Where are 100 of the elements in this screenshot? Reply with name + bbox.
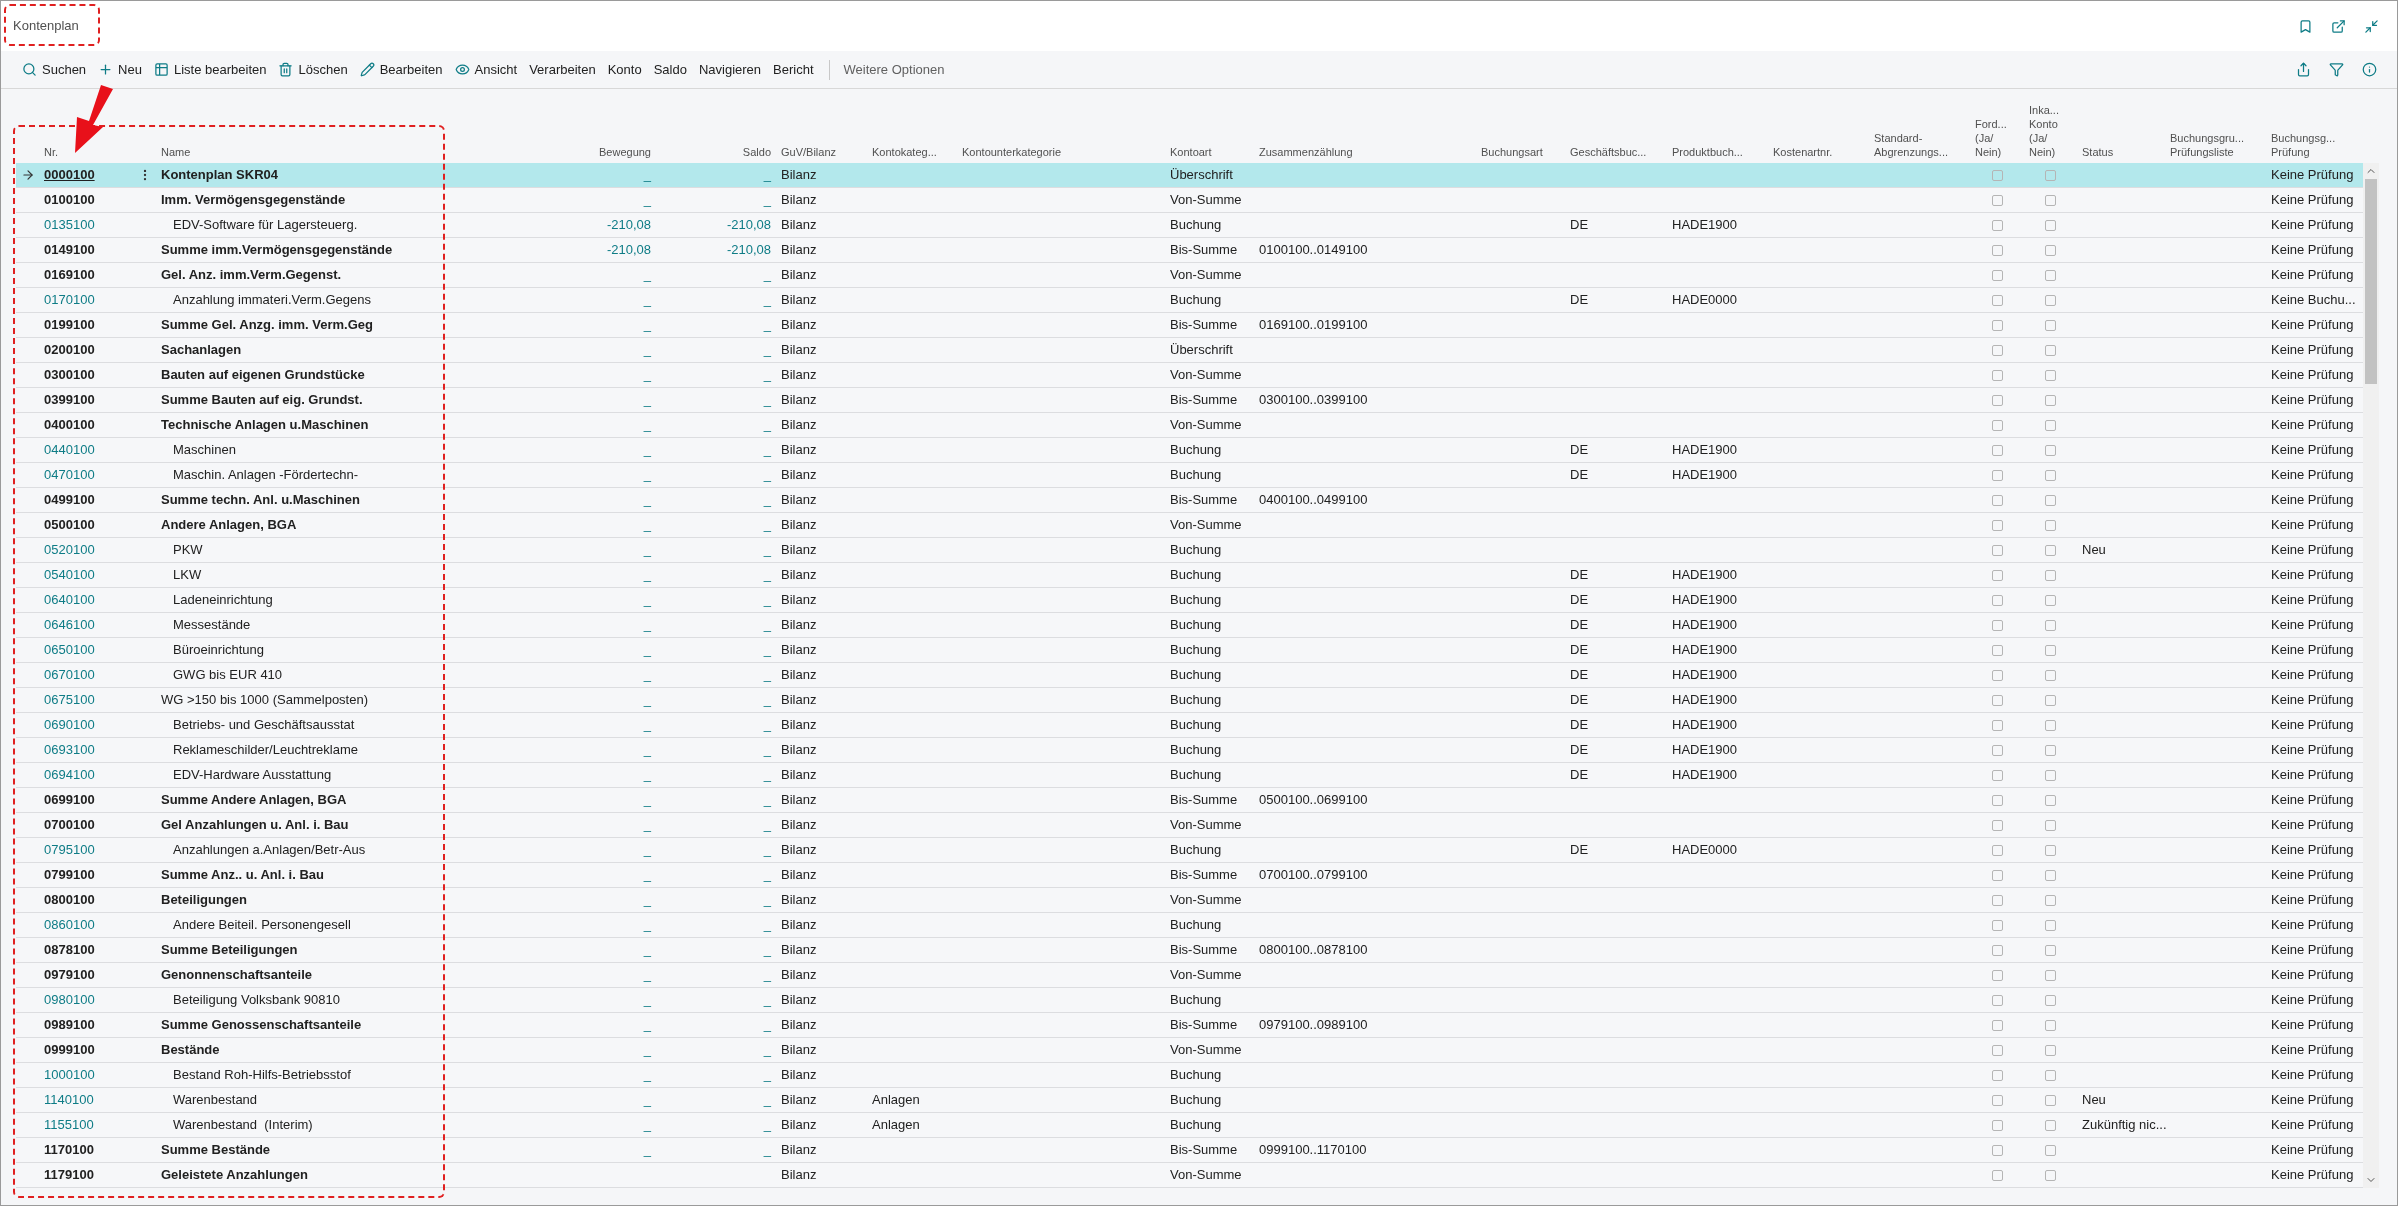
- movement-amount[interactable]: _: [643, 1115, 651, 1135]
- account-number[interactable]: 1000100: [44, 1065, 95, 1085]
- balance-amount[interactable]: _: [763, 1065, 771, 1085]
- toolbar-button[interactable]: Löschen: [273, 55, 353, 84]
- balance-amount[interactable]: _: [763, 465, 771, 485]
- account-number[interactable]: 0980100: [44, 990, 95, 1010]
- checkbox[interactable]: [1991, 1144, 2003, 1156]
- checkbox[interactable]: [1991, 194, 2003, 206]
- checkbox[interactable]: [1991, 394, 2003, 406]
- checkbox[interactable]: [1991, 569, 2003, 581]
- checkbox[interactable]: [1991, 619, 2003, 631]
- movement-amount[interactable]: _: [643, 565, 651, 585]
- account-number[interactable]: 0300100: [44, 365, 95, 385]
- checkbox[interactable]: [2045, 594, 2056, 606]
- checkbox[interactable]: [2045, 344, 2056, 356]
- account-number[interactable]: 1140100: [44, 1090, 94, 1110]
- balance-amount[interactable]: _: [763, 1040, 771, 1060]
- checkbox[interactable]: [2045, 469, 2056, 481]
- column-header[interactable]: Kostenartnr.: [1773, 145, 1833, 159]
- checkbox[interactable]: [2045, 169, 2056, 181]
- balance-amount[interactable]: _: [763, 615, 771, 635]
- toolbar-button[interactable]: Neu: [93, 55, 147, 84]
- checkbox[interactable]: [1991, 319, 2003, 331]
- account-number[interactable]: 0500100: [44, 515, 95, 535]
- collapse-icon[interactable]: [2364, 18, 2379, 34]
- balance-amount[interactable]: _: [763, 1015, 771, 1035]
- movement-amount[interactable]: _: [643, 315, 651, 335]
- checkbox[interactable]: [1991, 344, 2003, 356]
- checkbox[interactable]: [1991, 869, 2003, 881]
- balance-amount[interactable]: _: [763, 515, 771, 535]
- checkbox[interactable]: [1991, 444, 2003, 456]
- account-number[interactable]: 0440100: [44, 440, 95, 460]
- account-number[interactable]: 0989100: [44, 1015, 95, 1035]
- checkbox[interactable]: [2045, 994, 2056, 1006]
- checkbox[interactable]: [1991, 819, 2003, 831]
- checkbox[interactable]: [1991, 469, 2003, 481]
- checkbox[interactable]: [1991, 694, 2003, 706]
- checkbox[interactable]: [1991, 1019, 2003, 1031]
- movement-amount[interactable]: _: [643, 390, 651, 410]
- account-number[interactable]: 1179100: [44, 1165, 94, 1185]
- checkbox[interactable]: [2045, 419, 2056, 431]
- checkbox[interactable]: [1991, 369, 2003, 381]
- balance-amount[interactable]: _: [763, 965, 771, 985]
- scrollbar[interactable]: [2363, 163, 2379, 1188]
- account-number[interactable]: 0799100: [44, 865, 95, 885]
- checkbox[interactable]: [2045, 719, 2056, 731]
- checkbox[interactable]: [2045, 569, 2056, 581]
- column-header[interactable]: Bewegung: [599, 145, 651, 159]
- account-number[interactable]: 0199100: [44, 315, 95, 335]
- balance-amount[interactable]: _: [763, 990, 771, 1010]
- checkbox[interactable]: [2045, 294, 2056, 306]
- movement-amount[interactable]: _: [643, 965, 651, 985]
- checkbox[interactable]: [2045, 919, 2056, 931]
- balance-amount[interactable]: _: [763, 340, 771, 360]
- movement-amount[interactable]: _: [643, 690, 651, 710]
- account-number[interactable]: 0400100: [44, 415, 95, 435]
- open-new-window-icon[interactable]: [2331, 18, 2346, 34]
- account-number[interactable]: 0399100: [44, 390, 95, 410]
- checkbox[interactable]: [2045, 894, 2056, 906]
- checkbox[interactable]: [2045, 319, 2056, 331]
- balance-amount[interactable]: _: [763, 765, 771, 785]
- movement-amount[interactable]: _: [643, 815, 651, 835]
- toolbar-button[interactable]: Ansicht: [449, 55, 523, 84]
- movement-amount[interactable]: _: [643, 1090, 651, 1110]
- movement-amount[interactable]: _: [643, 290, 651, 310]
- checkbox[interactable]: [2045, 644, 2056, 656]
- account-number[interactable]: 0878100: [44, 940, 95, 960]
- checkbox[interactable]: [2045, 219, 2056, 231]
- column-header[interactable]: Saldo: [742, 145, 771, 159]
- balance-amount[interactable]: _: [763, 865, 771, 885]
- movement-amount[interactable]: _: [643, 890, 651, 910]
- movement-amount[interactable]: _: [643, 515, 651, 535]
- movement-amount[interactable]: _: [643, 615, 651, 635]
- balance-amount[interactable]: _: [763, 790, 771, 810]
- checkbox[interactable]: [1991, 1094, 2003, 1106]
- checkbox[interactable]: [2045, 194, 2056, 206]
- balance-amount[interactable]: _: [763, 590, 771, 610]
- movement-amount[interactable]: -210,08: [606, 215, 651, 235]
- checkbox[interactable]: [1991, 919, 2003, 931]
- column-header[interactable]: GuV/Bilanz: [781, 145, 837, 159]
- movement-amount[interactable]: _: [643, 940, 651, 960]
- balance-amount[interactable]: _: [763, 1115, 771, 1135]
- checkbox[interactable]: [1991, 419, 2003, 431]
- checkbox[interactable]: [2045, 1169, 2056, 1181]
- account-number[interactable]: 0800100: [44, 890, 95, 910]
- account-number[interactable]: 0646100: [44, 615, 95, 635]
- balance-amount[interactable]: _: [763, 490, 771, 510]
- checkbox[interactable]: [1991, 219, 2003, 231]
- column-header[interactable]: Buchungsart: [1481, 145, 1543, 159]
- movement-amount[interactable]: _: [643, 1015, 651, 1035]
- checkbox[interactable]: [1991, 494, 2003, 506]
- filter-icon[interactable]: [2329, 62, 2344, 77]
- checkbox[interactable]: [1991, 794, 2003, 806]
- checkbox[interactable]: [1991, 594, 2003, 606]
- checkbox[interactable]: [2045, 1044, 2056, 1056]
- account-number[interactable]: 0200100: [44, 340, 95, 360]
- movement-amount[interactable]: _: [643, 1040, 651, 1060]
- checkbox[interactable]: [2045, 769, 2056, 781]
- info-icon[interactable]: [2362, 62, 2377, 77]
- movement-amount[interactable]: _: [643, 440, 651, 460]
